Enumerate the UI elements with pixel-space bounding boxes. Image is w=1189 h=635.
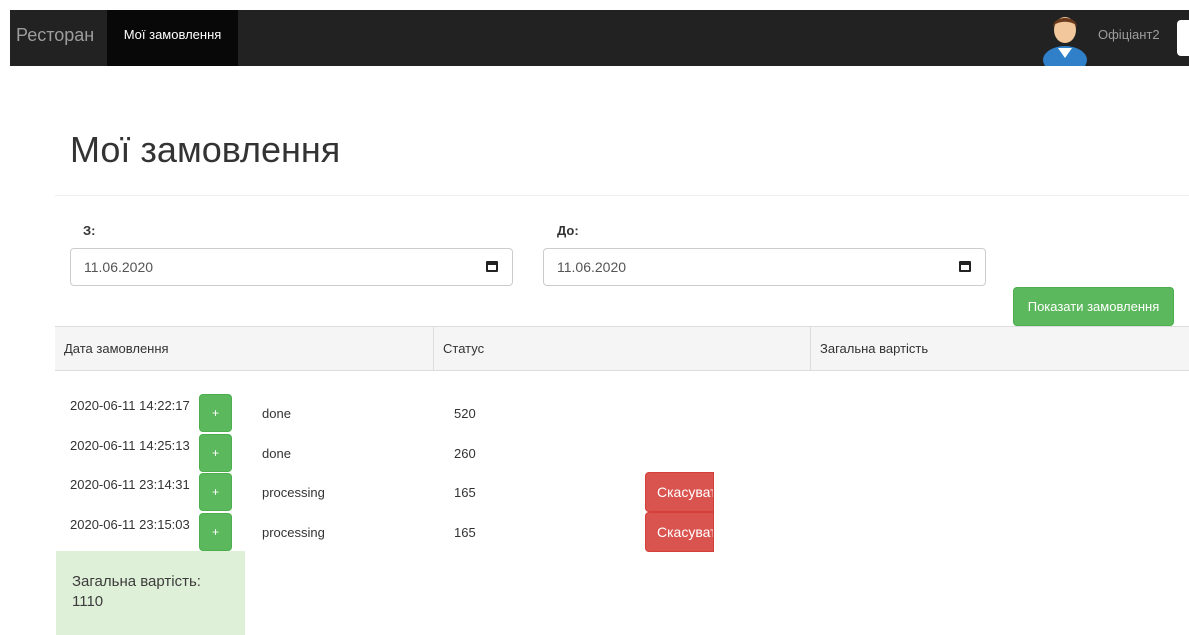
table-row: 2020-06-11 14:25:13 + done 260 <box>0 433 1189 473</box>
column-header-date: Дата замовлення <box>64 341 169 356</box>
from-date-value: 11.06.2020 <box>84 259 154 275</box>
from-date-input[interactable]: 11.06.2020 <box>70 248 513 286</box>
column-header-status: Статус <box>433 327 810 370</box>
order-total: 520 <box>454 406 476 421</box>
navbar-brand[interactable]: Ресторан <box>16 10 94 66</box>
top-navbar: Ресторан Мої замовлення Офіціант2 <box>10 10 1189 74</box>
table-row: 2020-06-11 14:22:17 + done 520 <box>0 393 1189 433</box>
header-divider <box>55 195 1189 196</box>
expand-order-button[interactable]: + <box>199 394 232 432</box>
user-name[interactable]: Офіціант2 <box>1098 10 1160 66</box>
table-row: 2020-06-11 23:14:31 + processing 165 Ска… <box>0 472 1189 512</box>
cancel-order-button[interactable]: Скасувати <box>645 472 714 512</box>
page-title: Мої замовлення <box>70 129 341 170</box>
order-status: done <box>262 406 291 421</box>
order-date: 2020-06-11 14:25:13 <box>70 438 190 453</box>
expand-order-button[interactable]: + <box>199 473 232 511</box>
order-total: 165 <box>454 485 476 500</box>
order-status: processing <box>262 485 325 500</box>
order-date: 2020-06-11 14:22:17 <box>70 398 190 413</box>
order-total: 260 <box>454 446 476 461</box>
cancel-order-button[interactable]: Скасувати <box>645 512 714 552</box>
order-total: 165 <box>454 525 476 540</box>
user-avatar-icon <box>1040 10 1090 74</box>
from-label: З: <box>83 223 96 238</box>
orders-table-header: Дата замовлення Статус Загальна вартість <box>55 326 1189 371</box>
show-orders-button[interactable]: Показати замовлення <box>1013 287 1174 326</box>
table-row: 2020-06-11 23:15:03 + processing 165 Ска… <box>0 512 1189 552</box>
order-status: processing <box>262 525 325 540</box>
to-date-input[interactable]: 11.06.2020 <box>543 248 986 286</box>
expand-order-button[interactable]: + <box>199 434 232 472</box>
column-header-total: Загальна вартість <box>810 327 1189 370</box>
nav-item-my-orders[interactable]: Мої замовлення <box>107 10 238 66</box>
to-date-value: 11.06.2020 <box>557 259 627 275</box>
to-label: До: <box>557 223 579 238</box>
total-summary-panel: Загальна вартість: 1110 <box>56 551 245 635</box>
order-date: 2020-06-11 23:15:03 <box>70 517 190 532</box>
summary-value: 1110 <box>72 593 104 610</box>
summary-label: Загальна вартість: <box>72 573 201 590</box>
calendar-icon[interactable] <box>486 261 498 272</box>
expand-order-button[interactable]: + <box>199 513 232 551</box>
logout-button-edge[interactable] <box>1177 20 1189 56</box>
order-date: 2020-06-11 23:14:31 <box>70 477 190 492</box>
order-status: done <box>262 446 291 461</box>
calendar-icon[interactable] <box>959 261 971 272</box>
